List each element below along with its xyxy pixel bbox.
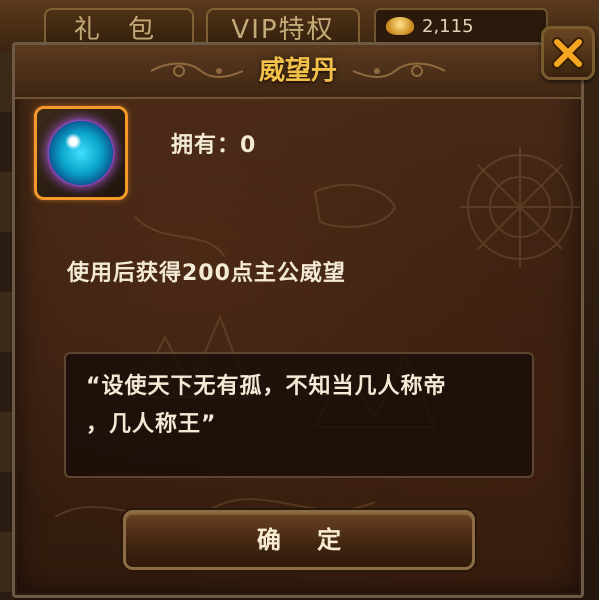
close-button[interactable]	[541, 26, 595, 80]
gold-ingot-icon	[386, 17, 414, 35]
item-info-dialog: 威望丹 拥有：0 使用后获得200点主公威望 “设使天下无有孤，不知当几人称帝 …	[12, 42, 584, 598]
dialog-title: 威望丹	[258, 56, 337, 86]
close-x-icon	[552, 37, 584, 69]
owned-count: 拥有：0	[171, 133, 257, 158]
confirm-button[interactable]: 确 定	[123, 510, 475, 570]
prestige-pill-orb-icon	[49, 121, 113, 185]
gold-amount: 2,115	[422, 16, 474, 37]
flavor-quote-box: “设使天下无有孤，不知当几人称帝 ，几人称王”	[64, 352, 534, 478]
game-screen: 礼 包 VIP特权 2,115 威望丹 拥有：0 使用后获得200点主公威望 “…	[0, 0, 599, 600]
header-ornament-right-icon	[352, 62, 446, 78]
dialog-header: 威望丹	[15, 45, 581, 99]
item-description: 使用后获得200点主公威望	[67, 261, 346, 286]
flavor-quote-line-2: ，几人称王”	[86, 412, 217, 437]
flavor-quote-text: “设使天下无有孤，不知当几人称帝 ，几人称王”	[86, 368, 516, 444]
item-icon-frame	[34, 106, 128, 200]
gold-counter: 2,115	[374, 8, 548, 46]
flavor-quote-line-1: “设使天下无有孤，不知当几人称帝	[86, 374, 447, 399]
